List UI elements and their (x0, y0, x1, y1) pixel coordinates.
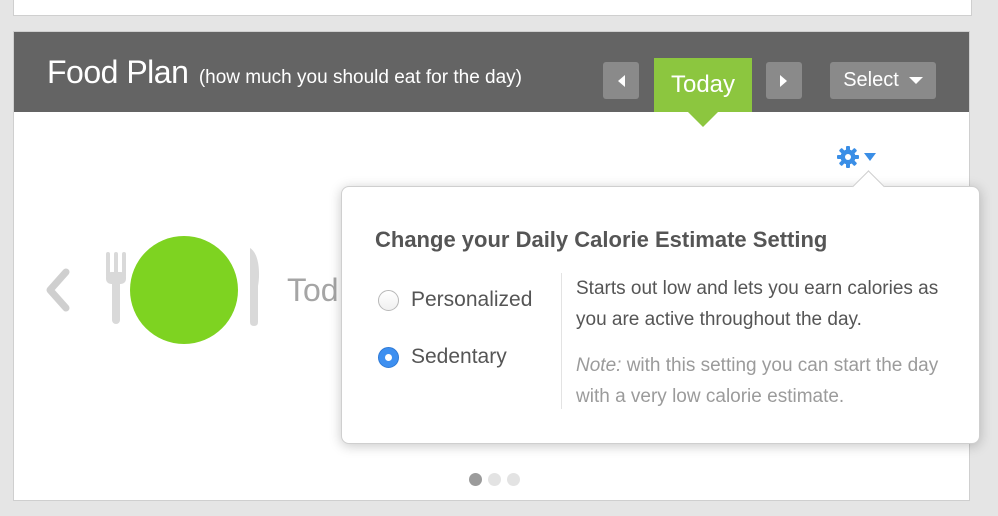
knife-icon (250, 248, 260, 326)
fork-icon (106, 252, 126, 324)
setting-description: Starts out low and lets you earn calorie… (576, 278, 939, 330)
title-subtitle: (how much you should eat for the day) (198, 67, 523, 88)
today-tab-pointer (688, 112, 718, 127)
setting-note: Note: with this setting you can start th… (576, 350, 956, 412)
settings-gear-button[interactable] (836, 145, 876, 169)
note-text: with this setting you can start the day … (576, 355, 939, 407)
caret-down-icon (908, 77, 923, 84)
carousel-prev-button[interactable] (42, 268, 72, 317)
note-label: Note: (576, 355, 622, 376)
carousel-label: Tod (287, 272, 339, 308)
next-day-button[interactable] (766, 62, 802, 99)
pagination-dot[interactable] (469, 473, 482, 486)
calorie-setting-popover: Change your Daily Calorie Estimate Setti… (341, 170, 980, 444)
caret-down-icon (864, 153, 876, 161)
chevron-left-icon (618, 74, 625, 87)
panel-header: Food Plan (how much you should eat for t… (14, 32, 969, 112)
option-label: Personalized (411, 288, 533, 311)
prev-day-button[interactable] (603, 62, 639, 99)
select-label: Select (843, 69, 899, 91)
divider (561, 273, 562, 409)
chevron-right-icon (780, 74, 787, 87)
radio-sedentary[interactable] (378, 346, 399, 368)
option-sedentary[interactable]: Sedentary (378, 345, 507, 369)
pagination-dot[interactable] (507, 473, 520, 486)
today-tab[interactable]: Today (654, 58, 752, 112)
option-label: Sedentary (411, 345, 507, 368)
popover-title: Change your Daily Calorie Estimate Setti… (375, 227, 828, 252)
select-dropdown[interactable]: Select (830, 62, 936, 99)
radio-personalized[interactable] (378, 289, 399, 311)
gear-icon (837, 146, 859, 168)
panel-title: Food Plan (how much you should eat for t… (47, 54, 522, 91)
plate-progress (130, 236, 238, 344)
carousel-pagination (469, 473, 520, 486)
pagination-dot[interactable] (488, 473, 501, 486)
previous-panel-card (13, 0, 972, 16)
chevron-left-icon (46, 268, 70, 312)
title-text: Food Plan (47, 54, 189, 90)
option-personalized[interactable]: Personalized (378, 288, 532, 312)
